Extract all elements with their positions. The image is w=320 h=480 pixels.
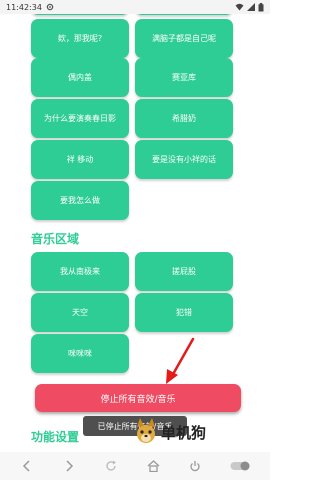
refresh-icon[interactable] — [103, 458, 119, 474]
music-button[interactable]: 犯错 — [135, 293, 233, 332]
sound-button[interactable]: 欸，那我呢? — [31, 19, 129, 58]
sound-button[interactable]: 要我怎么做 — [31, 181, 129, 220]
bottom-navigation-bar — [0, 452, 270, 480]
back-arrow-icon[interactable] — [19, 458, 35, 474]
watermark-text: 单机狗 — [161, 423, 207, 442]
settings-gear-icon — [46, 3, 54, 11]
music-button[interactable]: 搓屁股 — [135, 252, 233, 291]
music-button[interactable]: 我从南极来 — [31, 252, 129, 291]
sound-button[interactable]: 赛亚库 — [135, 58, 233, 97]
sound-button[interactable]: 希腊奶 — [135, 99, 233, 138]
wifi-icon — [235, 3, 244, 11]
music-button[interactable]: 天空 — [31, 293, 129, 332]
forward-arrow-icon[interactable] — [61, 458, 77, 474]
signal-icon — [247, 3, 255, 11]
settings-section-title: 功能设置 — [31, 430, 80, 444]
dog-mascot-icon — [137, 418, 155, 443]
watermark-logo: 单机狗 — [133, 414, 211, 450]
app-content: 欸，那我呢? 满脑子都是自己呢 偶内盖 赛亚库 为什么要演奏春日影 希腊奶 祥 … — [0, 0, 270, 480]
sound-button[interactable]: 祥 移动 — [31, 140, 129, 179]
sound-button[interactable]: 要是没有小祥的话 — [135, 140, 233, 179]
stop-all-button[interactable]: 停止所有音效/音乐 — [35, 384, 241, 412]
music-section-title: 音乐区域 — [31, 232, 80, 246]
home-icon[interactable] — [145, 458, 161, 474]
status-time: 11:42:34 — [6, 2, 42, 12]
toggle-switch[interactable] — [229, 458, 251, 474]
battery-icon — [258, 2, 264, 11]
sound-button[interactable]: 偶内盖 — [31, 58, 129, 97]
music-button[interactable]: 咪咪咪 — [31, 334, 129, 373]
power-icon[interactable] — [187, 458, 203, 474]
sound-button[interactable]: 满脑子都是自己呢 — [135, 19, 233, 58]
sound-button[interactable]: 为什么要演奏春日影 — [31, 99, 129, 138]
status-bar: 11:42:34 — [0, 0, 270, 14]
